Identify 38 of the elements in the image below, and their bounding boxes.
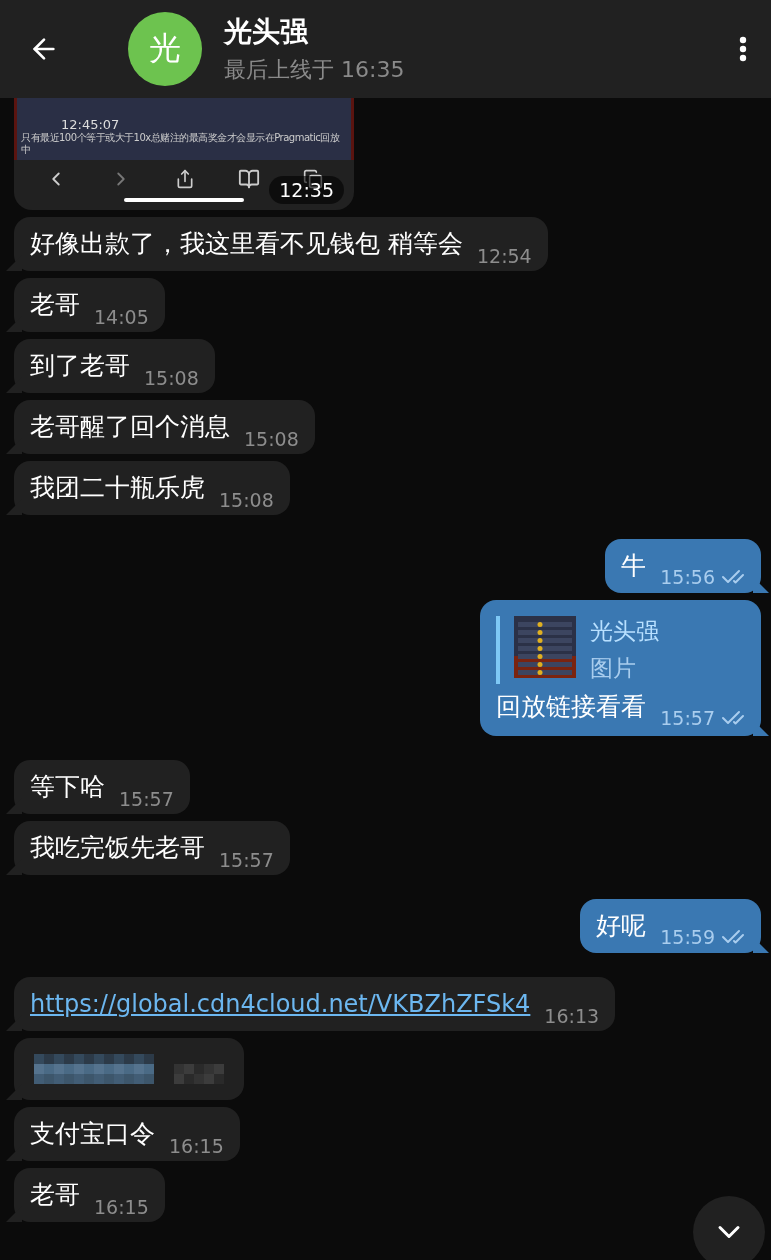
last-seen-status: 最后上线于 16:35 bbox=[224, 56, 406, 84]
message-time: 15:08 bbox=[244, 428, 299, 450]
message-link[interactable]: https://global.cdn4cloud.net/VKBZhZFSk4 bbox=[30, 987, 531, 1021]
message-time: 15:57 bbox=[660, 706, 745, 730]
message-text: 到了老哥 bbox=[30, 350, 130, 382]
reply-preview: 图片 bbox=[590, 654, 638, 683]
message-text: 回放链接看看 bbox=[496, 691, 647, 723]
message-text: 老哥 bbox=[30, 1179, 80, 1211]
message-text: 等下哈 bbox=[30, 771, 105, 803]
more-icon bbox=[739, 36, 747, 62]
message-time: 15:59 bbox=[660, 925, 745, 949]
message-time: 16:15 bbox=[169, 1135, 224, 1157]
message-text: 好像出款了，我这里看不见钱包 稍等会 bbox=[30, 228, 463, 260]
message-time: 16:15 bbox=[94, 1196, 149, 1218]
share-icon bbox=[175, 169, 195, 189]
message-text: 支付宝口令 bbox=[30, 1118, 155, 1150]
avatar[interactable]: 光 bbox=[128, 12, 202, 86]
reply-quote[interactable]: 光头强 图片 bbox=[496, 616, 745, 684]
contact-name: 光头强 bbox=[224, 14, 309, 50]
message-time: 14:05 bbox=[94, 306, 149, 328]
book-icon bbox=[237, 168, 260, 190]
message-text: 我吃完饭先老哥 bbox=[30, 832, 205, 864]
screenshot-text: 只有最近100个等于或大于10x总赌注的最高奖金才会显示在Pragmatic回放中 bbox=[21, 132, 341, 156]
message-text: 老哥醒了回个消息 bbox=[30, 411, 230, 443]
message-time: 12:35 bbox=[269, 176, 344, 204]
message-text: 牛 bbox=[621, 550, 647, 582]
message-time: 15:56 bbox=[660, 565, 745, 589]
screenshot-text: 12:45:07 bbox=[60, 117, 121, 132]
message-text: 我团二十瓶乐虎 bbox=[30, 472, 205, 504]
message-time: 12:54 bbox=[476, 245, 532, 267]
message-time: 15:57 bbox=[119, 788, 174, 810]
message-text: 好呢 bbox=[596, 910, 647, 942]
message-time: 15:57 bbox=[219, 849, 274, 871]
message-time: 16:13 bbox=[544, 1005, 600, 1027]
message-text: 老哥 bbox=[30, 289, 80, 321]
message-time: 15:08 bbox=[219, 489, 274, 511]
message-time: 15:08 bbox=[144, 367, 199, 389]
reply-sender: 光头强 bbox=[590, 617, 660, 646]
